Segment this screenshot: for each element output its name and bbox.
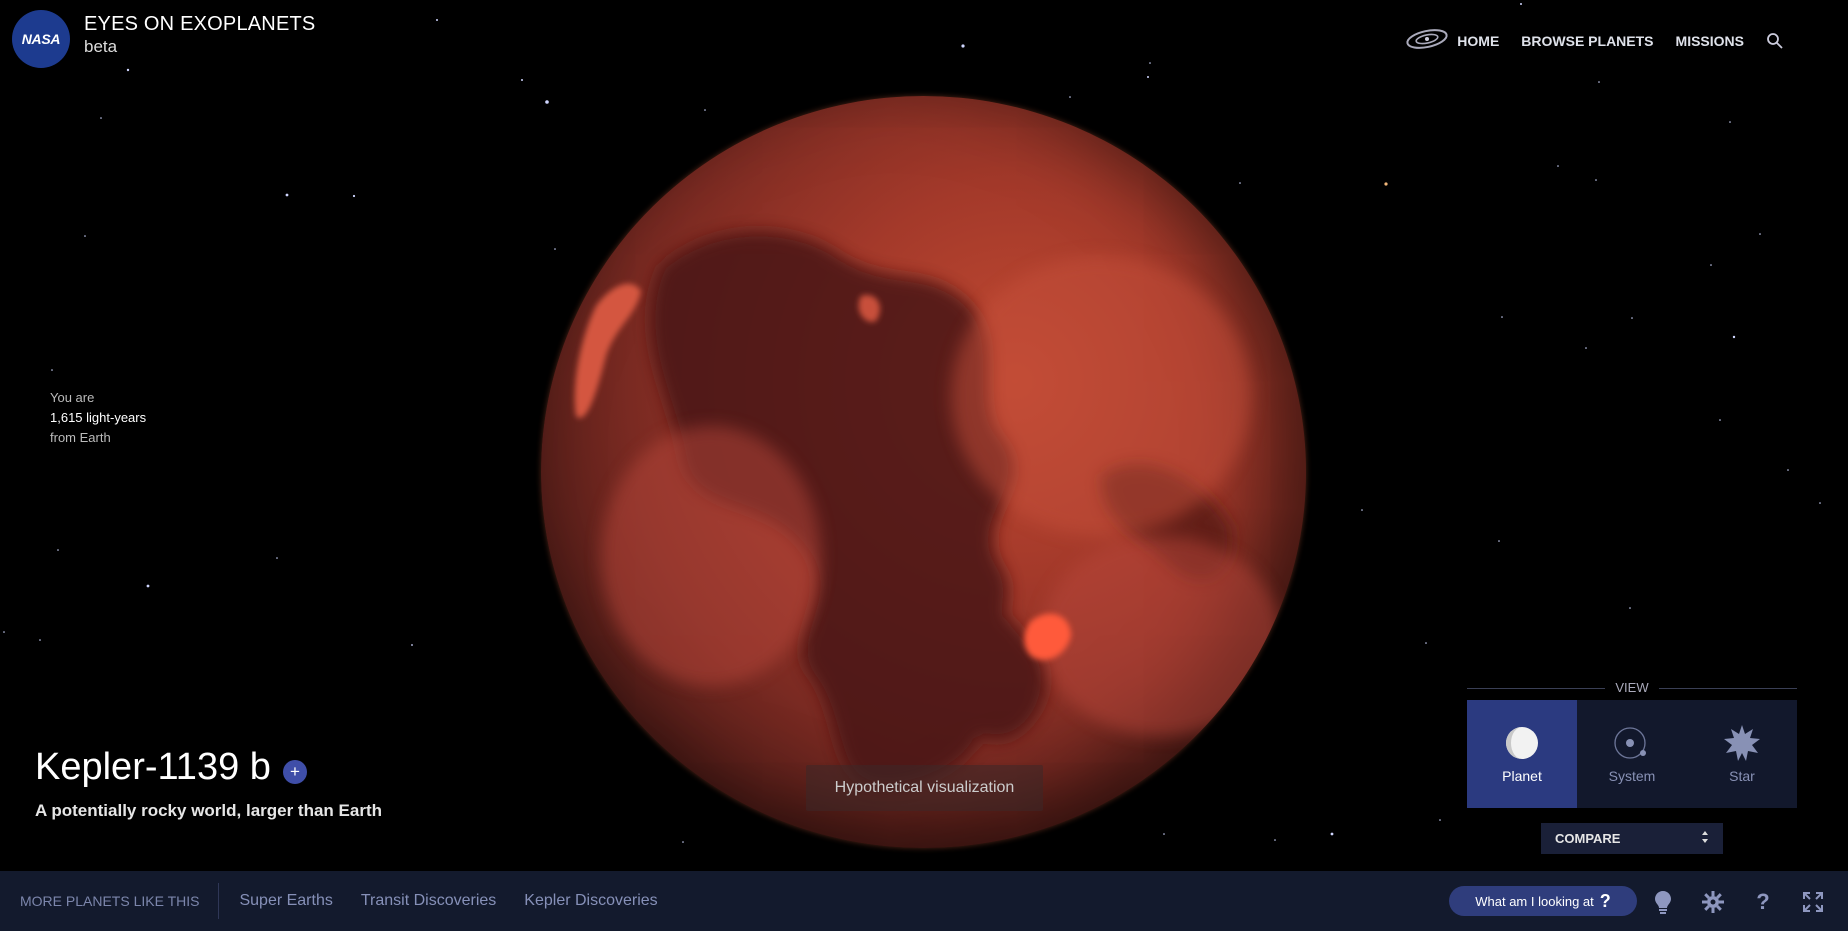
main-nav: HOME BROWSE PLANETS MISSIONS [1405, 28, 1784, 53]
nav-browse-planets[interactable]: BROWSE PLANETS [1521, 33, 1653, 49]
distance-value: 1,615 light-years [50, 410, 147, 425]
plus-icon[interactable]: + [282, 759, 307, 784]
view-system-label: System [1608, 768, 1656, 784]
compare-dropdown[interactable]: COMPARE [1541, 823, 1723, 854]
footer-divider [218, 883, 220, 919]
nasa-logo[interactable]: NASA [12, 10, 70, 68]
planet-name: Kepler-1139 b + [35, 746, 307, 789]
nav-home[interactable]: HOME [1405, 28, 1499, 53]
view-planet-label: Planet [1502, 768, 1542, 784]
view-star-label: Star [1729, 768, 1755, 784]
galaxy-icon [1405, 28, 1449, 53]
link-super-earths[interactable]: Super Earths [239, 892, 332, 910]
help-icon[interactable]: ? [1750, 889, 1776, 915]
view-selector: Planet System Star [1467, 700, 1797, 808]
question-mark-icon: ? [1599, 890, 1611, 911]
lightbulb-icon[interactable] [1650, 889, 1676, 915]
distance-suffix: from Earth [50, 430, 111, 445]
view-divider-right [1659, 688, 1797, 689]
link-kepler-discoveries[interactable]: Kepler Discoveries [524, 892, 657, 910]
planet-view-icon [1504, 724, 1540, 762]
site-title[interactable]: EYES ON EXOPLANETS [84, 13, 315, 36]
view-planet-button[interactable]: Planet [1467, 700, 1577, 808]
view-system-button[interactable]: System [1577, 700, 1687, 808]
view-star-button[interactable]: Star [1687, 700, 1797, 808]
planet-surface [574, 231, 1281, 788]
planet-description: A potentially rocky world, larger than E… [35, 801, 382, 820]
star-view-icon [1723, 724, 1761, 762]
search-icon[interactable] [1766, 32, 1784, 50]
nasa-logo-text: NASA [21, 31, 61, 47]
system-view-icon [1613, 724, 1651, 762]
more-planets-label: MORE PLANETS LIKE THIS [20, 893, 200, 909]
gear-icon[interactable] [1700, 889, 1726, 915]
nav-missions[interactable]: MISSIONS [1676, 33, 1744, 49]
planet-name-text: Kepler-1139 b [35, 746, 271, 788]
site-beta-label: beta [84, 37, 118, 56]
distance-prefix: You are [50, 390, 95, 405]
distance-readout: You are 1,615 light-years from Earth [50, 388, 146, 448]
compare-label: COMPARE [1555, 831, 1621, 846]
what-am-i-looking-at-button[interactable]: What am I looking at ? [1449, 886, 1637, 916]
planet-visualization[interactable] [541, 96, 1306, 848]
what-am-i-looking-at-label: What am I looking at [1475, 893, 1594, 909]
nav-home-label: HOME [1457, 32, 1500, 49]
view-label: VIEW [1467, 680, 1797, 696]
fullscreen-icon[interactable] [1800, 889, 1826, 915]
sort-arrows-icon [1701, 830, 1709, 847]
link-transit-discoveries[interactable]: Transit Discoveries [361, 892, 496, 910]
hypothetical-visualization-label: Hypothetical visualization [806, 765, 1043, 811]
